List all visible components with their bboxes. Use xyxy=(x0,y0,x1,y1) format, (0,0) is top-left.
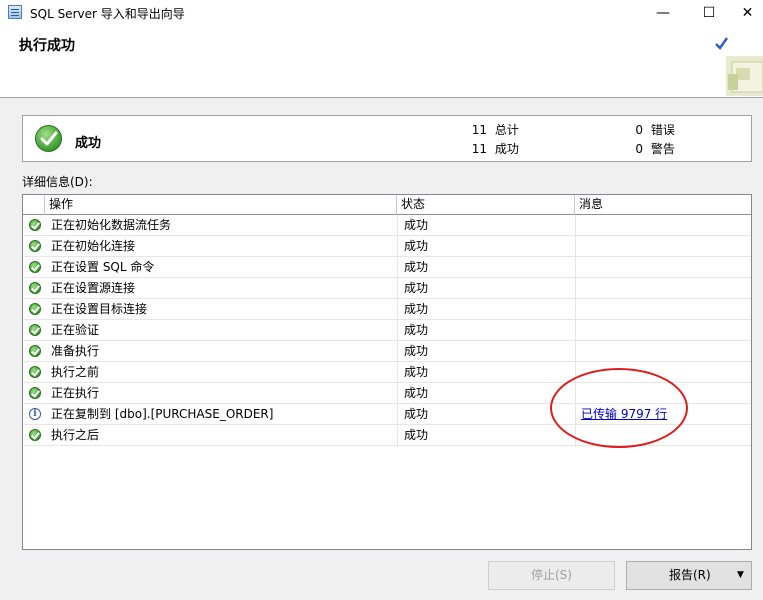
success-icon xyxy=(29,261,41,273)
row-action: 正在执行 xyxy=(51,386,100,400)
row-action: 执行之后 xyxy=(51,428,100,442)
success-icon xyxy=(29,387,41,399)
table-header: 操作 状态 消息 xyxy=(23,195,751,215)
row-status: 成功 xyxy=(404,344,429,358)
row-status: 成功 xyxy=(404,365,429,379)
info-icon: i xyxy=(29,408,41,420)
close-button[interactable]: ✕ xyxy=(732,0,763,26)
table-row[interactable]: 正在初始化数据流任务 成功 xyxy=(23,215,751,236)
report-button-label: 报告(R) xyxy=(669,568,711,582)
row-status: 成功 xyxy=(404,386,429,400)
table-row[interactable]: i 正在复制到 [dbo].[PURCHASE_ORDER] 成功 已传输 97… xyxy=(23,404,751,425)
success-icon xyxy=(35,125,62,152)
stat-warning-label: 警告 xyxy=(650,142,675,156)
stat-success-count: 11 xyxy=(471,142,487,156)
summary-status: 成功 xyxy=(75,136,102,151)
stat-total: 11 总计 xyxy=(471,121,519,138)
row-status: 成功 xyxy=(404,281,429,295)
row-action: 正在复制到 [dbo].[PURCHASE_ORDER] xyxy=(51,407,274,421)
wizard-graphic-icon xyxy=(715,37,763,96)
window-title: SQL Server 导入和导出向导 xyxy=(30,7,185,21)
summary-panel: 成功 11 总计 11 成功 0 错误 0 警告 xyxy=(22,115,752,162)
table-row[interactable]: 准备执行 成功 xyxy=(23,341,751,362)
row-status: 成功 xyxy=(404,239,429,253)
row-action: 准备执行 xyxy=(51,344,100,358)
row-action: 正在验证 xyxy=(51,323,100,337)
stat-total-count: 11 xyxy=(471,123,487,137)
stat-success: 11 成功 xyxy=(471,140,519,157)
column-header-action[interactable]: 操作 xyxy=(45,195,397,215)
row-action: 正在设置 SQL 命令 xyxy=(51,260,155,274)
details-label: 详细信息(D): xyxy=(22,175,93,189)
stat-error: 0 错误 xyxy=(627,121,675,138)
success-icon xyxy=(29,282,41,294)
success-icon xyxy=(29,240,41,252)
table-row[interactable]: 正在设置源连接 成功 xyxy=(23,278,751,299)
stat-warning: 0 警告 xyxy=(627,140,675,157)
wizard-header: 执行成功 xyxy=(0,26,763,98)
row-status: 成功 xyxy=(404,260,429,274)
table-row[interactable]: 正在设置 SQL 命令 成功 xyxy=(23,257,751,278)
table-row[interactable]: 执行之前 成功 xyxy=(23,362,751,383)
stat-total-label: 总计 xyxy=(494,123,519,137)
maximize-button[interactable]: ☐ xyxy=(686,0,732,26)
table-row[interactable]: 正在初始化连接 成功 xyxy=(23,236,751,257)
report-button[interactable]: 报告(R) ▼ xyxy=(626,561,752,590)
row-status: 成功 xyxy=(404,428,429,442)
table-row[interactable]: 正在执行 成功 xyxy=(23,383,751,404)
row-action: 正在设置源连接 xyxy=(51,281,136,295)
stop-button[interactable]: 停止(S) xyxy=(488,561,615,590)
table-row[interactable]: 正在设置目标连接 成功 xyxy=(23,299,751,320)
row-status: 成功 xyxy=(404,407,429,421)
stat-error-count: 0 xyxy=(635,123,643,137)
stat-error-label: 错误 xyxy=(650,123,675,137)
row-status: 成功 xyxy=(404,302,429,316)
page-title: 执行成功 xyxy=(19,38,75,54)
success-icon xyxy=(29,366,41,378)
row-action: 正在初始化数据流任务 xyxy=(51,218,172,232)
stat-warning-count: 0 xyxy=(635,142,643,156)
row-status: 成功 xyxy=(404,323,429,337)
title-bar: SQL Server 导入和导出向导 — ☐ ✕ xyxy=(0,0,763,26)
row-action: 正在设置目标连接 xyxy=(51,302,148,316)
column-header-icon[interactable] xyxy=(23,195,45,215)
success-icon xyxy=(29,324,41,336)
row-action: 正在初始化连接 xyxy=(51,239,136,253)
stat-success-label: 成功 xyxy=(494,142,519,156)
row-status: 成功 xyxy=(404,218,429,232)
success-icon xyxy=(29,429,41,441)
success-icon xyxy=(29,303,41,315)
app-icon xyxy=(8,5,22,19)
success-icon xyxy=(29,345,41,357)
chevron-down-icon[interactable]: ▼ xyxy=(737,562,744,589)
table-row[interactable]: 正在验证 成功 xyxy=(23,320,751,341)
table-row[interactable]: 执行之后 成功 xyxy=(23,425,751,446)
column-header-status[interactable]: 状态 xyxy=(397,195,575,215)
success-icon xyxy=(29,219,41,231)
row-message-link[interactable]: 已传输 9797 行 xyxy=(581,404,667,425)
column-header-message[interactable]: 消息 xyxy=(575,195,751,215)
details-table[interactable]: 操作 状态 消息 正在初始化数据流任务 成功 正在初始化连接 成功 正在设置 S… xyxy=(22,194,752,550)
row-action: 执行之前 xyxy=(51,365,100,379)
minimize-button[interactable]: — xyxy=(640,0,686,26)
